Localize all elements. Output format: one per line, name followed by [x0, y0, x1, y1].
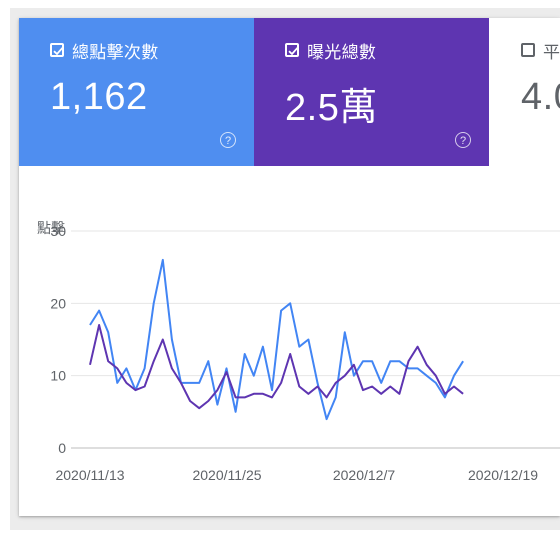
y-tick-label: 0	[58, 440, 66, 456]
clicks-series-line	[89, 258, 464, 421]
x-tick-label: 2020/11/13	[55, 467, 124, 483]
x-tick-label: 2020/11/25	[192, 467, 261, 483]
checkbox-unchecked-icon[interactable]	[521, 43, 535, 57]
metric-value: 4.0	[521, 76, 560, 118]
help-icon[interactable]: ?	[455, 132, 471, 148]
y-tick-label: 30	[50, 223, 66, 239]
metric-label: 平	[543, 42, 560, 62]
x-tick-label: 2020/12/7	[333, 467, 395, 483]
line-chart: 點擊 0102030 2020/11/13 2020/11/25 2020/12/7…	[37, 220, 560, 483]
metric-tile-total-clicks[interactable]: 總點擊次數 1,162 ?	[19, 18, 254, 166]
metric-label: 曝光總數	[307, 42, 377, 62]
y-tick-label: 20	[50, 295, 66, 311]
y-tick-label: 10	[50, 368, 66, 384]
metric-tile-total-impressions[interactable]: 曝光總數 2.5萬 ?	[254, 18, 489, 166]
impressions-series-line	[89, 324, 464, 410]
metric-value: 1,162	[50, 76, 148, 118]
x-tick-label: 2020/12/19	[468, 467, 538, 483]
metric-tile-average-ctr[interactable]: 平 4.0	[489, 18, 560, 166]
clicks-chart: 點擊 0 10 20 30 2020/11/13 2020/11/25 2020/12/7…	[19, 166, 560, 516]
help-icon[interactable]: ?	[220, 132, 236, 148]
metric-label: 總點擊次數	[72, 42, 159, 62]
metric-value: 2.5萬	[285, 87, 378, 129]
performance-card: 總點擊次數 1,162 ? 曝光總數 2.5萬 ? 平 4.0 點擊 01020…	[19, 18, 560, 516]
checkbox-checked-icon[interactable]	[285, 43, 299, 57]
checkbox-checked-icon[interactable]	[50, 43, 64, 57]
